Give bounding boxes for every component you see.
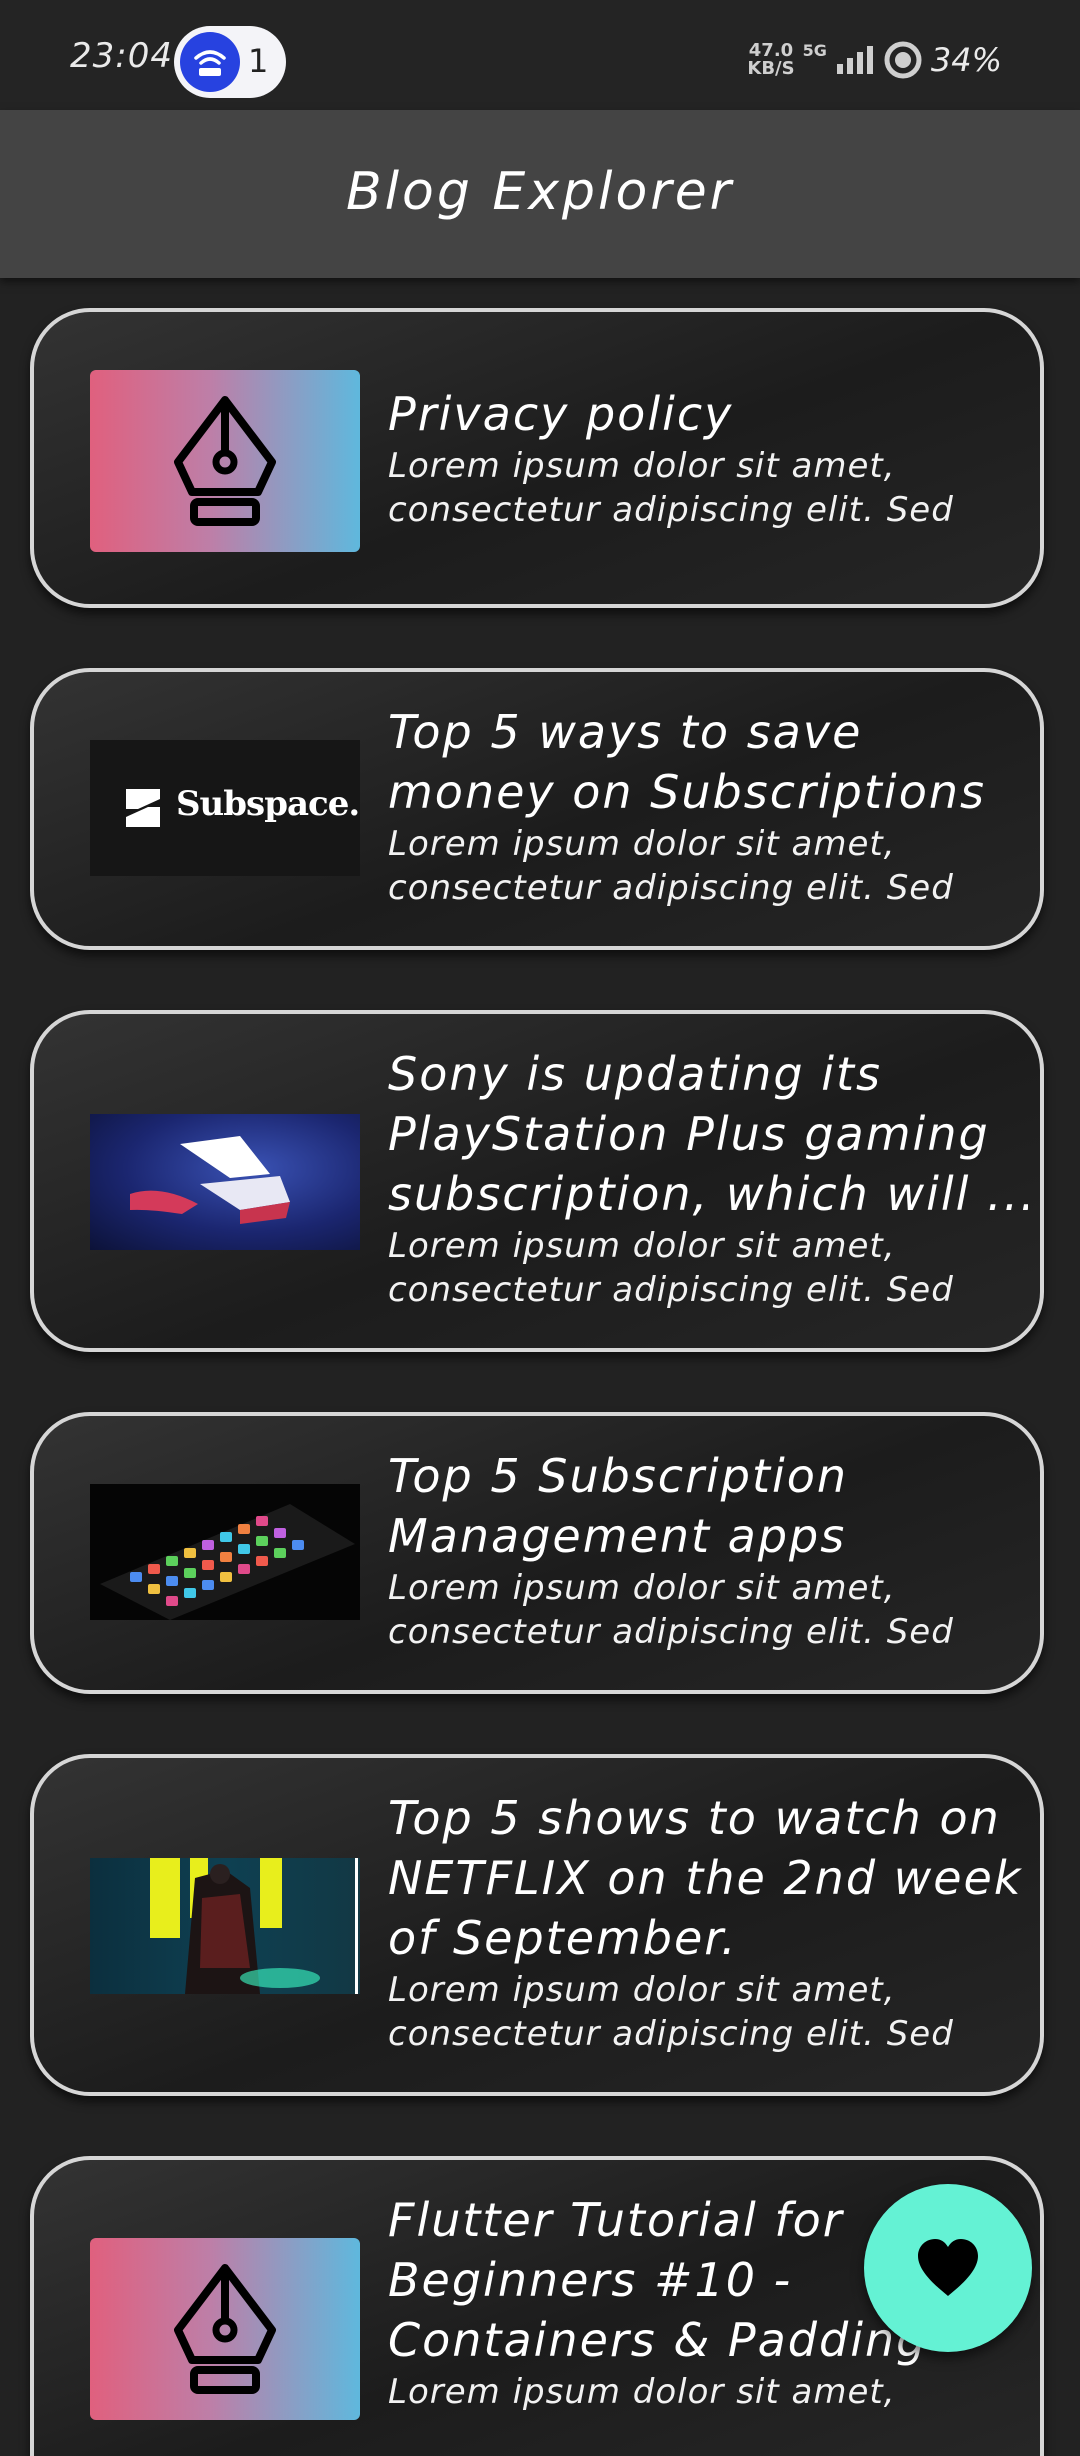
- blog-card[interactable]: Sony is updating its PlayStation Plus ga…: [30, 1010, 1044, 1352]
- status-time: 23:04: [70, 36, 173, 76]
- post-thumbnail: [90, 1114, 360, 1250]
- post-title: subscription, which will ...: [388, 1167, 1028, 1221]
- post-title: Top 5 shows to watch on: [388, 1791, 1001, 1845]
- post-title: NETFLIX on the 2nd week: [388, 1851, 1023, 1905]
- pen-nib-icon: [174, 2264, 276, 2394]
- post-description: Lorem ipsum dolor sit amet,: [388, 2372, 896, 2412]
- post-description: Lorem ipsum dolor sit amet,: [388, 1226, 896, 1266]
- hotspot-count: 1: [248, 42, 269, 80]
- battery-icon: [884, 41, 922, 79]
- post-title: of September.: [388, 1911, 738, 1965]
- app-bar: Blog Explorer: [0, 110, 1080, 278]
- status-indicators: 47.0 KB/S 5G 34%: [747, 40, 1002, 80]
- post-title: Top 5 Subscription: [388, 1449, 849, 1503]
- post-description: Lorem ipsum dolor sit amet,: [388, 824, 896, 864]
- post-title: Privacy policy: [388, 387, 734, 441]
- blog-card[interactable]: Privacy policy Lorem ipsum dolor sit ame…: [30, 308, 1044, 608]
- subspace-logo-text: Subspace.: [176, 784, 360, 824]
- post-text: Top 5 Subscription Management apps Lorem…: [388, 1446, 1028, 1654]
- hotspot-indicator[interactable]: 1: [174, 26, 286, 98]
- smartphone-apps-photo: [100, 1504, 355, 1620]
- post-thumbnail: Subspace.: [90, 740, 360, 876]
- cyberpunk-show-art: [150, 1858, 358, 1994]
- post-description: Lorem ipsum dolor sit amet,: [388, 1970, 896, 2010]
- subspace-logo-icon: [126, 789, 160, 827]
- post-description: consectetur adipiscing elit. Sed: [388, 2014, 954, 2054]
- post-thumbnail: [90, 1484, 360, 1620]
- playstation-logo-icon: [130, 1136, 290, 1224]
- post-description: consectetur adipiscing elit. Sed: [388, 1270, 954, 1310]
- network-speed-unit: KB/S: [747, 58, 795, 79]
- post-text: Top 5 ways to save money on Subscription…: [388, 702, 1028, 910]
- blog-card[interactable]: Top 5 Subscription Management apps Lorem…: [30, 1412, 1044, 1694]
- pen-nib-icon: [174, 396, 276, 526]
- post-title: money on Subscriptions: [388, 765, 986, 819]
- post-description: consectetur adipiscing elit. Sed: [388, 490, 954, 530]
- post-title: Sony is updating its: [388, 1047, 883, 1101]
- post-text: Sony is updating its PlayStation Plus ga…: [388, 1044, 1028, 1312]
- network-type: 5G: [802, 40, 827, 60]
- battery-percentage: 34%: [930, 41, 1002, 79]
- heart-icon: [918, 2239, 978, 2296]
- blog-card[interactable]: Top 5 shows to watch on NETFLIX on the 2…: [30, 1754, 1044, 2096]
- post-title: Top 5 ways to save: [388, 705, 863, 759]
- post-description: consectetur adipiscing elit. Sed: [388, 868, 954, 908]
- post-thumbnail: [90, 370, 360, 552]
- hotspot-icon: [180, 32, 240, 92]
- signal-icon: [836, 46, 873, 74]
- post-title: Management apps: [388, 1509, 847, 1563]
- blog-card[interactable]: Subspace. Top 5 ways to save money on Su…: [30, 668, 1044, 950]
- favorites-button[interactable]: [864, 2184, 1032, 2352]
- post-description: Lorem ipsum dolor sit amet,: [388, 1568, 896, 1608]
- post-description: consectetur adipiscing elit. Sed: [388, 1612, 954, 1652]
- post-text: Privacy policy Lorem ipsum dolor sit ame…: [388, 384, 1028, 532]
- post-thumbnail: [90, 1858, 360, 1994]
- page-title: Blog Explorer: [345, 162, 735, 222]
- status-bar: 23:04 1 47.0 KB/S 5G 34%: [0, 0, 1080, 110]
- network-speed: 47.0 KB/S: [747, 42, 794, 78]
- post-thumbnail: [90, 2238, 360, 2420]
- post-title: PlayStation Plus gaming: [388, 1107, 990, 1161]
- post-text: Top 5 shows to watch on NETFLIX on the 2…: [388, 1788, 1028, 2056]
- post-description: Lorem ipsum dolor sit amet,: [388, 446, 896, 486]
